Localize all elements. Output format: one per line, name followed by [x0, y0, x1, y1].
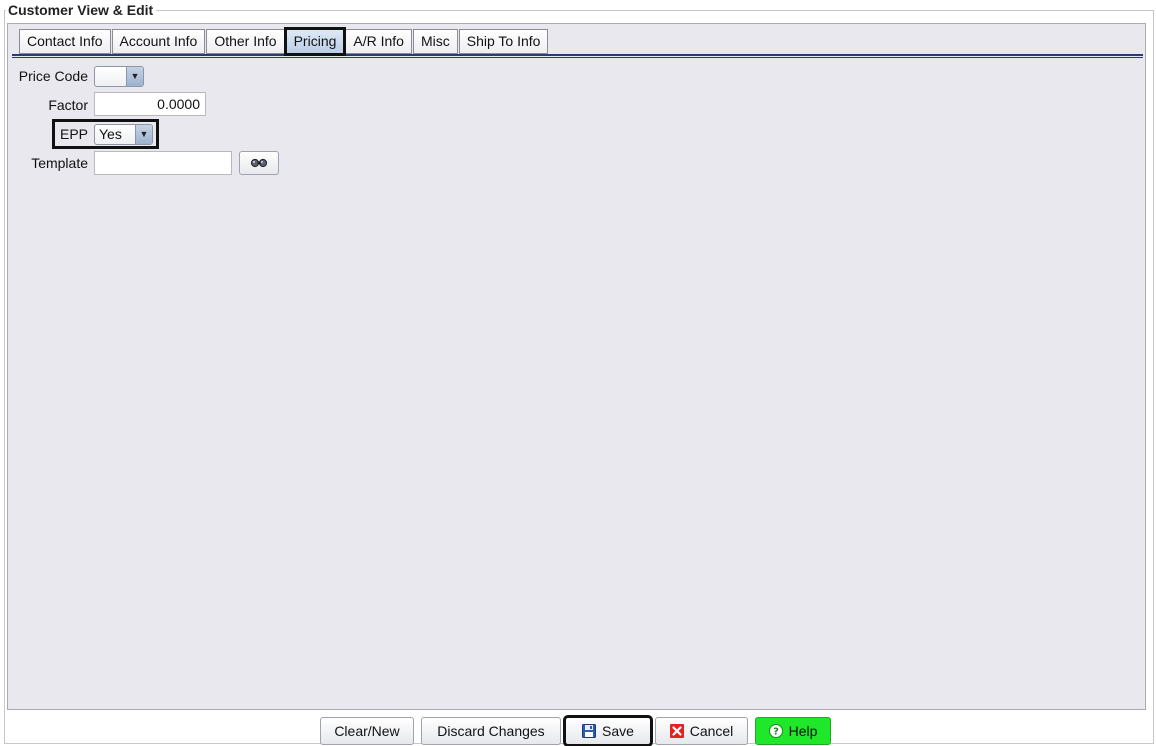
price-code-label: Price Code: [18, 68, 88, 84]
template-lookup-button[interactable]: [239, 151, 279, 175]
cancel-label: Cancel: [689, 723, 734, 739]
floppy-disk-icon: [582, 724, 597, 738]
question-mark-icon: ?: [768, 724, 783, 738]
window-title: Customer View & Edit: [6, 2, 157, 18]
tab-account-info[interactable]: Account Info: [111, 29, 206, 54]
tab-divider-secondary: [12, 57, 1143, 58]
clear-new-button[interactable]: Clear/New: [320, 717, 414, 745]
tab-bar: Contact Info Account Info Other Info Pri…: [19, 27, 549, 56]
tab-ship-to-info[interactable]: Ship To Info: [458, 29, 549, 54]
discard-changes-button[interactable]: Discard Changes: [421, 717, 561, 745]
content-panel: [7, 23, 1146, 710]
chevron-down-icon[interactable]: ▼: [126, 67, 143, 86]
cancel-button[interactable]: Cancel: [655, 717, 748, 745]
epp-label: EPP: [59, 126, 88, 142]
svg-text:?: ?: [773, 727, 779, 738]
template-input[interactable]: [94, 151, 232, 175]
tab-pricing[interactable]: Pricing: [283, 27, 347, 56]
factor-input[interactable]: 0.0000: [94, 92, 206, 116]
factor-label: Factor: [48, 97, 88, 113]
epp-select[interactable]: Yes ▼: [94, 124, 153, 145]
price-code-select[interactable]: ▼: [94, 66, 144, 87]
close-icon: [669, 724, 684, 738]
save-button[interactable]: Save: [563, 715, 653, 746]
help-label: Help: [788, 723, 818, 739]
tab-contact-info[interactable]: Contact Info: [19, 29, 111, 54]
epp-value: Yes: [99, 126, 122, 142]
tab-ar-info[interactable]: A/R Info: [345, 29, 412, 54]
tab-divider: [12, 54, 1143, 56]
chevron-down-icon[interactable]: ▼: [135, 125, 152, 144]
save-label: Save: [602, 723, 634, 739]
tab-misc[interactable]: Misc: [412, 29, 458, 54]
discard-changes-label: Discard Changes: [437, 723, 545, 739]
binoculars-icon: [250, 158, 268, 168]
tab-other-info[interactable]: Other Info: [206, 29, 285, 54]
template-label: Template: [31, 155, 88, 171]
clear-new-label: Clear/New: [334, 723, 400, 739]
help-button[interactable]: ? Help: [755, 717, 831, 745]
